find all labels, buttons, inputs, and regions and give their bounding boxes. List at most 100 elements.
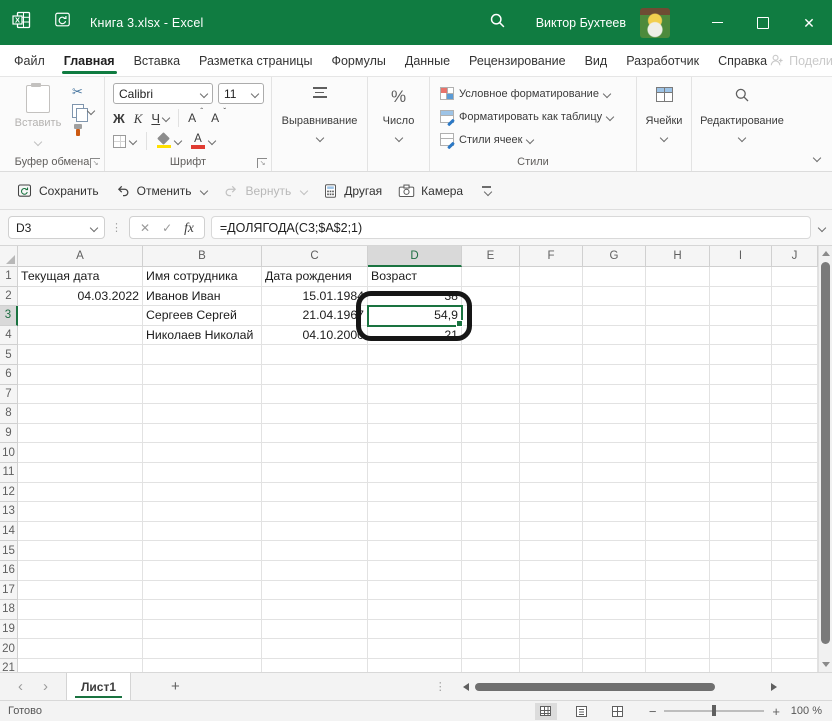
number-group[interactable]: % Число — [368, 77, 430, 171]
cell-B1[interactable]: Имя сотрудника — [143, 267, 262, 287]
cell-H12[interactable] — [646, 483, 710, 503]
add-sheet-button[interactable]: + — [171, 678, 180, 695]
cell-C14[interactable] — [262, 522, 368, 542]
scroll-right-icon[interactable] — [771, 683, 777, 691]
row-header-5[interactable]: 5 — [0, 345, 18, 365]
cell-D5[interactable] — [368, 345, 462, 365]
share-button[interactable]: Поделиться — [769, 53, 832, 68]
cell-D20[interactable] — [368, 639, 462, 659]
cell-D4[interactable]: 21 — [368, 326, 462, 346]
tab-данные[interactable]: Данные — [403, 45, 452, 76]
cell-J5[interactable] — [772, 345, 818, 365]
cell-J8[interactable] — [772, 404, 818, 424]
clipboard-dialog-launcher[interactable]: ↘ — [90, 158, 100, 168]
cell-C21[interactable] — [262, 659, 368, 672]
cell-I2[interactable] — [710, 287, 772, 307]
name-box[interactable]: D3 — [8, 216, 105, 239]
vertical-scroll-thumb[interactable] — [821, 262, 830, 644]
cell-I18[interactable] — [710, 600, 772, 620]
insert-function-button[interactable]: fx — [184, 220, 194, 236]
row-header-3[interactable]: 3 — [0, 306, 18, 326]
cell-I10[interactable] — [710, 443, 772, 463]
cell-J7[interactable] — [772, 385, 818, 405]
enter-formula-button[interactable]: ✓ — [162, 221, 172, 235]
cell-D1[interactable]: Возраст — [368, 267, 462, 287]
cell-E1[interactable] — [462, 267, 520, 287]
cell-A5[interactable] — [18, 345, 143, 365]
cell-F7[interactable] — [520, 385, 583, 405]
cell-D14[interactable] — [368, 522, 462, 542]
cell-F12[interactable] — [520, 483, 583, 503]
cell-I8[interactable] — [710, 404, 772, 424]
cell-J11[interactable] — [772, 463, 818, 483]
tab-справка[interactable]: Справка — [716, 45, 769, 76]
cell-E10[interactable] — [462, 443, 520, 463]
cell-F10[interactable] — [520, 443, 583, 463]
scroll-down-icon[interactable] — [822, 662, 830, 667]
cell-G16[interactable] — [583, 561, 646, 581]
cell-J19[interactable] — [772, 620, 818, 640]
row-header-6[interactable]: 6 — [0, 365, 18, 385]
avatar[interactable] — [640, 8, 670, 38]
cell-J18[interactable] — [772, 600, 818, 620]
cell-H10[interactable] — [646, 443, 710, 463]
cells-group[interactable]: Ячейки — [637, 77, 692, 171]
cell-I6[interactable] — [710, 365, 772, 385]
cell-A3[interactable] — [18, 306, 143, 326]
column-header-A[interactable]: A — [18, 246, 143, 267]
cell-B5[interactable] — [143, 345, 262, 365]
cell-B16[interactable] — [143, 561, 262, 581]
cell-B17[interactable] — [143, 581, 262, 601]
format-painter-icon[interactable] — [72, 124, 84, 136]
tab-вид[interactable]: Вид — [583, 45, 610, 76]
cell-D12[interactable] — [368, 483, 462, 503]
normal-view-button[interactable] — [535, 703, 557, 720]
cell-B4[interactable]: Николаев Николай — [143, 326, 262, 346]
cell-D18[interactable] — [368, 600, 462, 620]
cell-B15[interactable] — [143, 541, 262, 561]
shrink-font-button[interactable]: Аˇ — [211, 111, 225, 125]
cell-A15[interactable] — [18, 541, 143, 561]
cell-B12[interactable] — [143, 483, 262, 503]
cell-D3[interactable]: 54,9 — [368, 306, 462, 326]
cell-A9[interactable] — [18, 424, 143, 444]
scroll-left-icon[interactable] — [463, 683, 469, 691]
cell-J20[interactable] — [772, 639, 818, 659]
row-header-4[interactable]: 4 — [0, 326, 18, 346]
redo-button[interactable]: Вернуть — [223, 183, 307, 198]
paste-button[interactable]: Вставить — [10, 85, 66, 150]
cell-G18[interactable] — [583, 600, 646, 620]
cell-E3[interactable] — [462, 306, 520, 326]
row-header-7[interactable]: 7 — [0, 385, 18, 405]
cell-F11[interactable] — [520, 463, 583, 483]
column-header-C[interactable]: C — [262, 246, 368, 267]
row-header-8[interactable]: 8 — [0, 404, 18, 424]
cell-H9[interactable] — [646, 424, 710, 444]
cell-G14[interactable] — [583, 522, 646, 542]
row-header-21[interactable]: 21 — [0, 659, 18, 672]
column-header-F[interactable]: F — [520, 246, 583, 267]
cell-I15[interactable] — [710, 541, 772, 561]
cell-E9[interactable] — [462, 424, 520, 444]
cell-C17[interactable] — [262, 581, 368, 601]
cell-D19[interactable] — [368, 620, 462, 640]
cell-B9[interactable] — [143, 424, 262, 444]
cell-G6[interactable] — [583, 365, 646, 385]
cell-H17[interactable] — [646, 581, 710, 601]
cell-A19[interactable] — [18, 620, 143, 640]
cell-I1[interactable] — [710, 267, 772, 287]
cell-D16[interactable] — [368, 561, 462, 581]
cell-F5[interactable] — [520, 345, 583, 365]
cell-C16[interactable] — [262, 561, 368, 581]
cell-G20[interactable] — [583, 639, 646, 659]
column-header-D[interactable]: D — [368, 246, 462, 267]
column-header-I[interactable]: I — [710, 246, 772, 267]
cell-J6[interactable] — [772, 365, 818, 385]
cell-B14[interactable] — [143, 522, 262, 542]
row-header-1[interactable]: 1 — [0, 267, 18, 287]
cell-A10[interactable] — [18, 443, 143, 463]
cell-I12[interactable] — [710, 483, 772, 503]
cell-styles-button[interactable]: Стили ячеек — [440, 133, 533, 146]
cell-J15[interactable] — [772, 541, 818, 561]
expand-formula-bar-icon[interactable] — [818, 223, 826, 231]
